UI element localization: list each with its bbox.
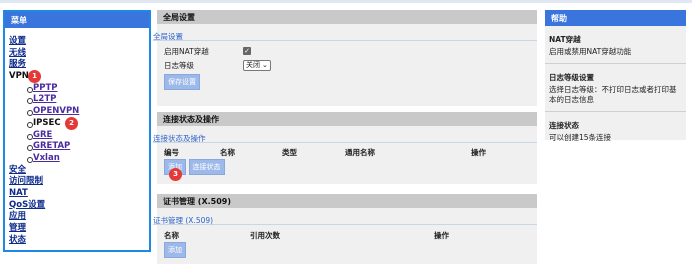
- sidebar-item-admin[interactable]: 管理: [9, 223, 149, 235]
- sidebar-item-nat[interactable]: NAT: [9, 188, 149, 200]
- sidebar-sub-gre-label: GRE: [33, 129, 53, 140]
- connection-table-header: 编号 名称 类型 通用名称 操作: [157, 146, 537, 158]
- step-badge-2: 2: [65, 116, 78, 130]
- sidebar-sub-vxlan-label: Vxlan: [33, 152, 60, 163]
- global-settings-section-title: 全局设置: [153, 28, 537, 41]
- help-header: 帮助: [545, 10, 686, 26]
- nat-traversal-row: 启用NAT穿越 ✓: [157, 44, 537, 58]
- col-cert-actions: 操作: [434, 230, 449, 240]
- sidebar-sub-pptp-label: PPTP: [33, 82, 58, 93]
- global-settings-header: 全局设置: [157, 10, 537, 24]
- sidebar-menu: 菜单 设置 无线 服务 VPN 1 PPTP L2TP OPENVPN IPSE…: [3, 10, 151, 252]
- connection-status-section-title: 连接状态及操作: [153, 130, 537, 143]
- nat-traversal-checkbox[interactable]: ✓: [243, 47, 251, 55]
- global-settings-panel: 全局设置 全局设置 启用NAT穿越 ✓ 日志等级 关闭 ⌄ 保存设置: [153, 10, 537, 106]
- col-name: 名称: [220, 147, 235, 157]
- connection-status-panel: 连接状态及操作 连接状态及操作 编号 名称 类型 通用名称 操作 添加 连接状态…: [153, 112, 537, 184]
- add-certificate-button[interactable]: 添加: [164, 242, 186, 258]
- sidebar-item-settings[interactable]: 设置: [9, 36, 149, 48]
- connection-status-header: 连接状态及操作: [157, 112, 537, 126]
- top-strip: [0, 0, 692, 3]
- help-conn-text: 可以创建15条连接: [549, 133, 612, 142]
- connection-status-button[interactable]: 连接状态: [188, 159, 225, 175]
- help-nat-title: NAT穿越: [549, 35, 581, 44]
- col-common-name: 通用名称: [345, 147, 375, 157]
- sidebar-sub-vxlan[interactable]: Vxlan: [9, 153, 149, 165]
- sidebar-sub-pptp[interactable]: PPTP: [9, 83, 149, 95]
- sidebar-sub-openvpn[interactable]: OPENVPN: [9, 106, 149, 118]
- help-nat-text: 启用或禁用NAT穿越功能: [549, 47, 632, 56]
- help-divider: [545, 111, 686, 112]
- col-cert-name: 名称: [164, 230, 179, 240]
- sidebar-header: 菜单: [5, 12, 149, 28]
- sidebar-sub-gretap-label: GRETAP: [33, 141, 71, 152]
- sidebar-sub-gretap[interactable]: GRETAP: [9, 141, 149, 153]
- certificate-table-header: 名称 引用次数 操作: [157, 229, 537, 241]
- sidebar-item-status[interactable]: 状态: [9, 235, 149, 247]
- col-type: 类型: [282, 147, 297, 157]
- sidebar-sub-openvpn-label: OPENVPN: [33, 106, 80, 117]
- sidebar-item-vpn-label: VPN: [9, 71, 29, 82]
- log-level-row: 日志等级 关闭 ⌄: [157, 58, 537, 72]
- log-level-label: 日志等级: [164, 60, 194, 70]
- sidebar-item-wireless[interactable]: 无线: [9, 48, 149, 60]
- sidebar-list: 设置 无线 服务 VPN 1 PPTP L2TP OPENVPN IPSEC 2…: [5, 28, 149, 246]
- col-number: 编号: [164, 147, 179, 157]
- sidebar-item-services[interactable]: 服务: [9, 59, 149, 71]
- sidebar-sub-ipsec-label: IPSEC: [33, 117, 61, 128]
- sidebar-sub-gre[interactable]: GRE: [9, 130, 149, 142]
- sidebar-sub-l2tp-label: L2TP: [33, 94, 57, 105]
- log-level-value: 关闭: [246, 60, 260, 69]
- help-divider: [545, 63, 686, 64]
- save-settings-button[interactable]: 保存设置: [164, 74, 200, 90]
- sidebar-item-vpn[interactable]: VPN 1: [9, 70, 149, 84]
- col-reference-count: 引用次数: [250, 230, 280, 240]
- step-badge-3: 3: [169, 168, 182, 181]
- help-log-text: 选择日志等级：不打印日志或者打印基本的日志信息: [549, 85, 677, 104]
- help-conn-title: 连接状态: [549, 121, 579, 130]
- nat-traversal-label: 启用NAT穿越: [164, 46, 209, 56]
- sidebar-item-security[interactable]: 安全: [9, 165, 149, 177]
- col-actions: 操作: [471, 147, 486, 157]
- chevron-down-icon: ⌄: [262, 60, 268, 69]
- step-badge-1: 1: [28, 70, 41, 84]
- help-panel: 帮助 NAT穿越 启用或禁用NAT穿越功能 日志等级设置 选择日志等级：不打印日…: [545, 10, 686, 142]
- certificate-header: 证书管理 (X.509): [157, 194, 537, 208]
- sidebar-item-access-limit[interactable]: 访问限制: [9, 176, 149, 188]
- certificate-panel: 证书管理 (X.509) 证书管理 (X.509) 名称 引用次数 操作 添加: [153, 194, 537, 264]
- log-level-select[interactable]: 关闭 ⌄: [243, 59, 271, 71]
- certificate-section-title: 证书管理 (X.509): [153, 212, 537, 225]
- sidebar-sub-l2tp[interactable]: L2TP: [9, 94, 149, 106]
- sidebar-item-qos[interactable]: QoS设置: [9, 200, 149, 212]
- help-log-title: 日志等级设置: [549, 73, 594, 82]
- sidebar-sub-ipsec[interactable]: IPSEC 2: [9, 116, 149, 130]
- sidebar-item-apps[interactable]: 应用: [9, 211, 149, 223]
